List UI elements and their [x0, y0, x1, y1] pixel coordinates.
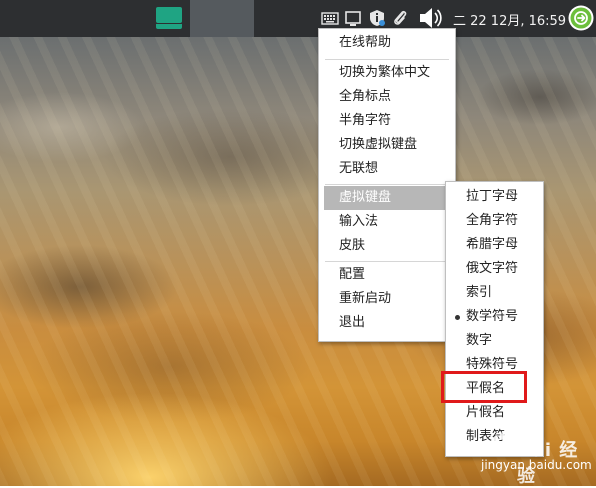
ime-context-menu: 在线帮助 切换为繁体中文 全角标点 半角字符 切换虚拟键盘 无联想 虚拟键盘 输…: [318, 28, 456, 342]
submenu-item-label: 数字: [466, 333, 493, 348]
menu-item-restart[interactable]: 重新启动: [319, 287, 455, 311]
menu-item-no-prediction[interactable]: 无联想: [319, 157, 455, 181]
menu-item-label: 无联想: [339, 161, 379, 176]
menu-item-label: 切换虚拟键盘: [339, 137, 418, 152]
submenu-item-label: 特殊符号: [466, 357, 519, 372]
keyboard-icon[interactable]: [321, 9, 339, 27]
submenu-item-fullwidth[interactable]: 全角字符: [446, 209, 543, 233]
submenu-item-label: 全角字符: [466, 213, 519, 228]
submenu-item-digits[interactable]: 数字: [446, 329, 543, 353]
submenu-item-label: 索引: [466, 285, 493, 300]
menu-item-label: 全角标点: [339, 89, 392, 104]
menu-item-skin[interactable]: 皮肤: [319, 234, 455, 258]
virtual-keyboard-submenu: 拉丁字母 全角字符 希腊字母 俄文字符 索引 数学符号 数字 特殊符号 平假名 …: [445, 181, 544, 457]
menu-item-configure[interactable]: 配置: [319, 263, 455, 287]
menu-item-halfwidth-char[interactable]: 半角字符: [319, 109, 455, 133]
watermark-url: jingyan.baidu.com: [481, 458, 592, 472]
laptop-icon[interactable]: [156, 7, 182, 29]
menu-item-traditional-chinese[interactable]: 切换为繁体中文: [319, 61, 455, 85]
menu-item-label: 重新启动: [339, 291, 392, 306]
menu-item-input-method[interactable]: 输入法: [319, 210, 455, 234]
baidu-paw-icon: [490, 433, 514, 455]
menu-item-label: 在线帮助: [339, 35, 392, 50]
menu-item-online-help[interactable]: 在线帮助: [319, 31, 455, 55]
submenu-item-label: 希腊字母: [466, 237, 519, 252]
menu-item-label: 切换为繁体中文: [339, 65, 431, 80]
menu-item-exit[interactable]: 退出: [319, 311, 455, 335]
submenu-item-katakana[interactable]: 片假名: [446, 401, 543, 425]
submenu-item-greek[interactable]: 希腊字母: [446, 233, 543, 257]
info-shield-icon[interactable]: [368, 9, 386, 27]
menu-item-fullwidth-punct[interactable]: 全角标点: [319, 85, 455, 109]
menu-item-label: 皮肤: [339, 238, 366, 253]
menu-separator: [325, 59, 449, 60]
submenu-item-russian[interactable]: 俄文字符: [446, 257, 543, 281]
submenu-item-math-symbols[interactable]: 数学符号: [446, 305, 543, 329]
power-icon[interactable]: [567, 4, 595, 32]
menu-separator: [325, 184, 449, 185]
submenu-item-latin[interactable]: 拉丁字母: [446, 185, 543, 209]
annotation-highlight-box: [441, 371, 527, 403]
menu-item-virtual-keyboard[interactable]: 虚拟键盘: [324, 186, 445, 210]
submenu-item-label: 拉丁字母: [466, 189, 519, 204]
menu-item-label: 配置: [339, 267, 366, 282]
menu-item-label: 输入法: [339, 214, 379, 229]
menu-item-label: 虚拟键盘: [339, 190, 392, 205]
panel-clock[interactable]: 二 22 12月, 16:59: [453, 10, 566, 29]
paperclip-icon[interactable]: [392, 9, 408, 27]
submenu-item-label: 俄文字符: [466, 261, 519, 276]
submenu-item-index[interactable]: 索引: [446, 281, 543, 305]
active-task-button[interactable]: [190, 0, 254, 37]
window-icon[interactable]: [345, 9, 361, 27]
top-panel: 二 22 12月, 16:59: [0, 0, 596, 37]
menu-item-label: 半角字符: [339, 113, 392, 128]
radio-bullet-icon: [455, 315, 460, 320]
submenu-item-label: 数学符号: [466, 309, 519, 324]
submenu-item-label: 片假名: [466, 405, 506, 420]
menu-separator: [325, 261, 449, 262]
menu-item-toggle-virtual-keyboard[interactable]: 切换虚拟键盘: [319, 133, 455, 157]
menu-item-label: 退出: [339, 315, 366, 330]
